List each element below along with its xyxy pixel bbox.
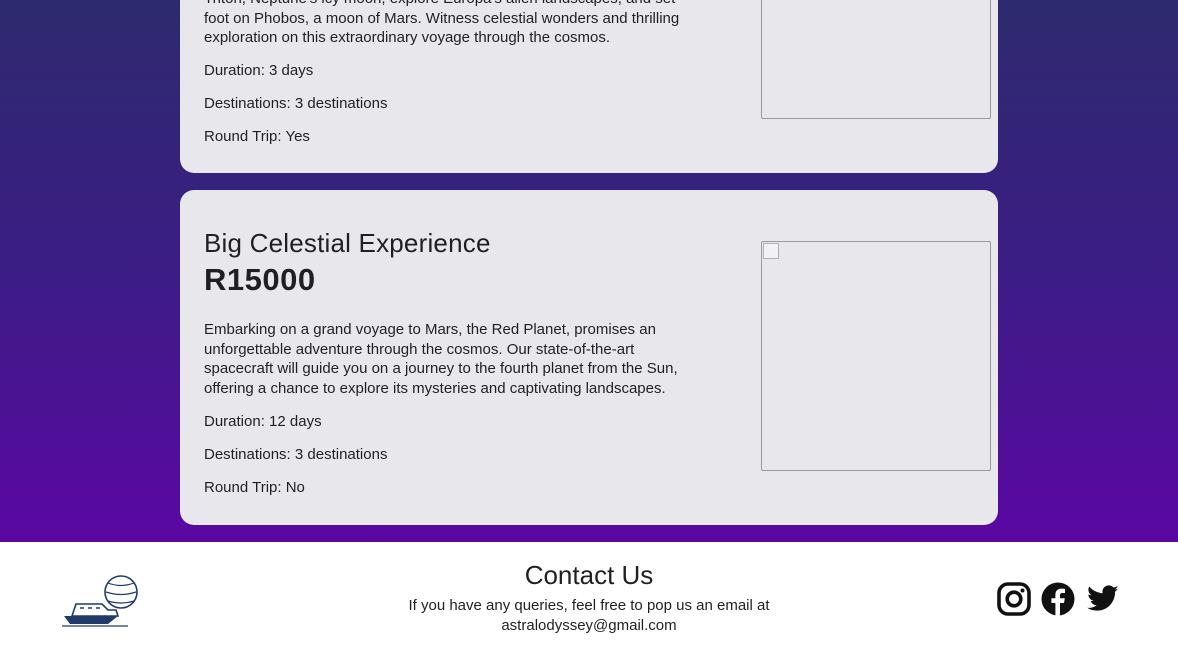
- footer: Contact Us If you have any queries, feel…: [0, 542, 1178, 667]
- trip-description: Embarking on a grand voyage to Mars, the…: [204, 321, 678, 398]
- trip-card: Triton, Neptune's icy moon, explore Euro…: [180, 0, 998, 173]
- contact-text: If you have any queries, feel free to po…: [408, 597, 770, 634]
- broken-image-icon: [763, 243, 779, 259]
- trip-title: Big Celestial Experience: [204, 228, 491, 258]
- trip-round-trip: Round Trip: No: [204, 479, 305, 496]
- trip-image: [761, 0, 991, 119]
- trip-destinations: Destinations: 3 destinations: [204, 95, 388, 112]
- trip-destinations: Destinations: 3 destinations: [204, 446, 388, 463]
- facebook-icon[interactable]: [1041, 582, 1075, 621]
- trip-card: Big Celestial Experience R15000 Embarkin…: [180, 190, 998, 525]
- trip-description: Triton, Neptune's icy moon, explore Euro…: [204, 0, 680, 47]
- twitter-icon[interactable]: [1086, 582, 1120, 621]
- instagram-icon[interactable]: [997, 582, 1031, 621]
- trip-round-trip: Round Trip: Yes: [204, 128, 310, 145]
- trip-duration: Duration: 3 days: [204, 62, 314, 79]
- trip-price: R15000: [204, 262, 316, 297]
- trip-duration: Duration: 12 days: [204, 413, 322, 430]
- trip-image: [761, 241, 991, 471]
